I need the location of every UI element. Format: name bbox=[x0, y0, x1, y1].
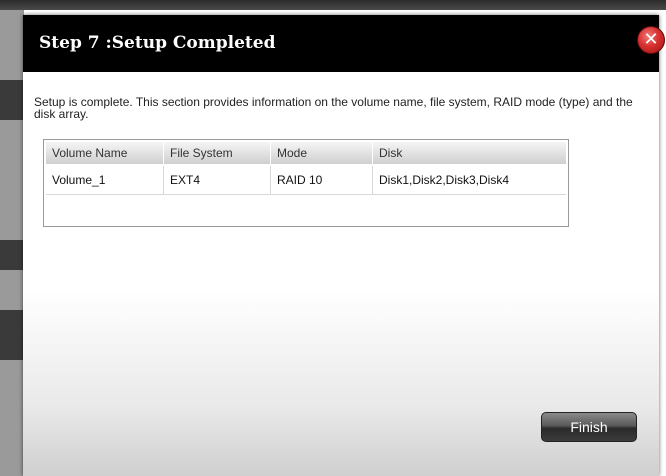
background-left-panel bbox=[0, 10, 24, 476]
background-panel-block bbox=[0, 80, 24, 120]
setup-description: Setup is complete. This section provides… bbox=[34, 95, 633, 121]
column-header-mode[interactable]: Mode bbox=[271, 142, 373, 164]
background-top-bar bbox=[0, 0, 666, 10]
column-header-volume-name[interactable]: Volume Name bbox=[46, 142, 164, 164]
background-panel-block bbox=[0, 310, 24, 360]
cell-mode: RAID 10 bbox=[271, 166, 373, 194]
volume-table: Volume Name File System Mode Disk Volume… bbox=[43, 139, 569, 227]
close-button[interactable]: ✕ bbox=[637, 26, 665, 54]
background-panel-block bbox=[0, 240, 24, 270]
dialog-titlebar: Step 7 :Setup Completed bbox=[23, 15, 659, 72]
cell-volume-name: Volume_1 bbox=[46, 166, 164, 194]
dialog-title: Step 7 :Setup Completed bbox=[39, 33, 276, 53]
finish-button[interactable]: Finish bbox=[541, 412, 637, 442]
cell-disk: Disk1,Disk2,Disk3,Disk4 bbox=[379, 173, 510, 187]
setup-completed-dialog: Step 7 :Setup Completed ✕ Setup is compl… bbox=[23, 15, 665, 476]
column-header-disk[interactable]: Disk bbox=[373, 142, 566, 164]
close-icon[interactable]: ✕ bbox=[638, 27, 664, 53]
table-header-row: Volume Name File System Mode Disk bbox=[46, 142, 566, 164]
cell-file-system: EXT4 bbox=[164, 166, 271, 194]
table-row[interactable]: Volume_1 EXT4 RAID 10 Disk1,Disk2,Disk3,… bbox=[46, 166, 566, 195]
column-header-file-system[interactable]: File System bbox=[164, 142, 271, 164]
